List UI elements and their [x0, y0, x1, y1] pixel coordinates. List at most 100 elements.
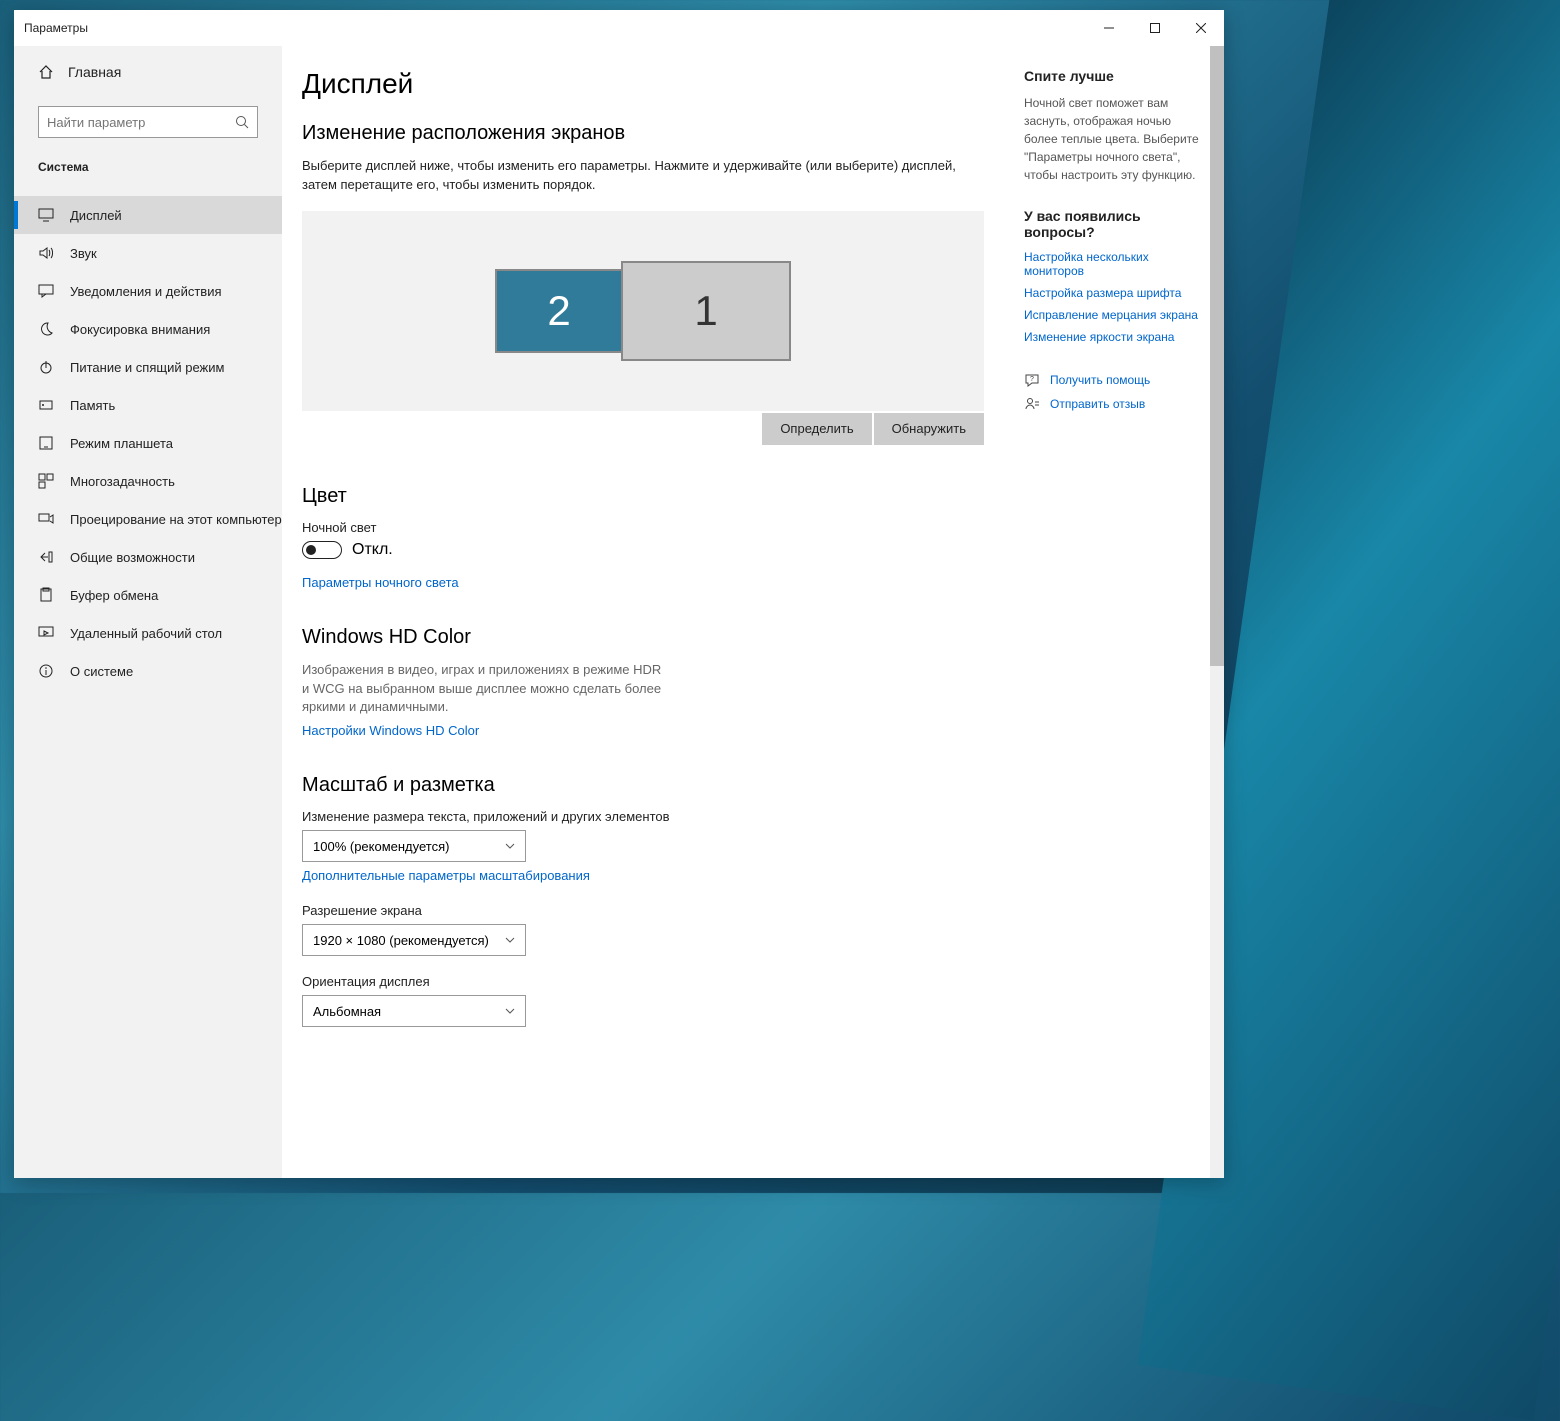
nav-label: Общие возможности [70, 550, 195, 565]
nav-display[interactable]: Дисплей [14, 196, 282, 234]
share-icon [38, 549, 54, 565]
orientation-label: Ориентация дисплея [302, 974, 984, 989]
get-help-link[interactable]: ? Получить помощь [1024, 372, 1204, 388]
resolution-value: 1920 × 1080 (рекомендуется) [313, 933, 489, 948]
section-hdcolor: Windows HD Color [302, 626, 984, 649]
help-link[interactable]: Настройка размера шрифта [1024, 286, 1204, 300]
search-icon [235, 115, 249, 129]
nav-label: Уведомления и действия [70, 284, 222, 299]
clipboard-icon [38, 587, 54, 603]
night-light-label: Ночной свет [302, 520, 984, 535]
nav-label: Дисплей [70, 208, 122, 223]
nav-label: Буфер обмена [70, 588, 158, 603]
nav-label: О системе [70, 664, 133, 679]
section-arrange: Изменение расположения экранов [302, 122, 984, 145]
night-light-toggle[interactable] [302, 541, 342, 559]
nav-label: Проецирование на этот компьютер [70, 512, 282, 527]
monitor-icon [38, 207, 54, 223]
identify-button[interactable]: Определить [762, 413, 871, 445]
nav-sound[interactable]: Звук [14, 234, 282, 272]
window-title: Параметры [24, 21, 88, 35]
feedback-icon [1024, 396, 1040, 412]
chevron-down-icon [505, 933, 515, 948]
hdcolor-desc: Изображения в видео, играх и приложениях… [302, 661, 662, 718]
home-label: Главная [68, 64, 121, 80]
tablet-icon [38, 435, 54, 451]
search-box[interactable] [38, 106, 258, 138]
nav-power[interactable]: Питание и спящий режим [14, 348, 282, 386]
moon-icon [38, 321, 54, 337]
minimize-button[interactable] [1086, 10, 1132, 46]
feedback-link[interactable]: Отправить отзыв [1024, 396, 1204, 412]
nav-remote[interactable]: Удаленный рабочий стол [14, 614, 282, 652]
sound-icon [38, 245, 54, 261]
questions-heading: У вас появились вопросы? [1024, 208, 1204, 240]
toggle-state: Откл. [352, 541, 393, 559]
help-icon: ? [1024, 372, 1040, 388]
section-color: Цвет [302, 485, 984, 508]
nav-label: Режим планшета [70, 436, 173, 451]
maximize-button[interactable] [1132, 10, 1178, 46]
chat-icon [38, 283, 54, 299]
svg-text:?: ? [1030, 376, 1034, 383]
group-label: Система [14, 146, 282, 184]
info-icon [38, 663, 54, 679]
nav-storage[interactable]: Память [14, 386, 282, 424]
orientation-value: Альбомная [313, 1004, 381, 1019]
nav-label: Звук [70, 246, 97, 261]
scale-select[interactable]: 100% (рекомендуется) [302, 830, 526, 862]
window-controls [1086, 10, 1224, 46]
monitor-arena[interactable]: 2 1 [302, 211, 984, 411]
help-link[interactable]: Настройка нескольких мониторов [1024, 250, 1204, 278]
nav-tablet[interactable]: Режим планшета [14, 424, 282, 462]
chevron-down-icon [505, 1004, 515, 1019]
nav-notifications[interactable]: Уведомления и действия [14, 272, 282, 310]
night-light-settings-link[interactable]: Параметры ночного света [302, 575, 459, 590]
section-scale: Масштаб и разметка [302, 774, 984, 797]
help-link[interactable]: Исправление мерцания экрана [1024, 308, 1204, 322]
project-icon [38, 511, 54, 527]
page-title: Дисплей [302, 68, 984, 100]
aside: Спите лучше Ночной свет поможет вам засн… [1004, 46, 1224, 1178]
hdcolor-link[interactable]: Настройки Windows HD Color [302, 723, 479, 738]
advanced-scaling-link[interactable]: Дополнительные параметры масштабирования [302, 868, 590, 883]
nav-label: Удаленный рабочий стол [70, 626, 222, 641]
sleep-heading: Спите лучше [1024, 68, 1204, 84]
chevron-down-icon [505, 839, 515, 854]
nav-label: Многозадачность [70, 474, 175, 489]
home-link[interactable]: Главная [14, 52, 282, 92]
search-input[interactable] [47, 115, 249, 130]
home-icon [38, 64, 54, 80]
resolution-label: Разрешение экрана [302, 903, 984, 918]
help-link[interactable]: Изменение яркости экрана [1024, 330, 1204, 344]
nav-clipboard[interactable]: Буфер обмена [14, 576, 282, 614]
scale-value: 100% (рекомендуется) [313, 839, 449, 854]
settings-window: Параметры Главная Система Ди [14, 10, 1224, 1178]
sleep-text: Ночной свет поможет вам заснуть, отображ… [1024, 94, 1204, 184]
titlebar: Параметры [14, 10, 1224, 46]
content: Дисплей Изменение расположения экранов В… [282, 46, 1004, 1178]
nav-label: Фокусировка внимания [70, 322, 210, 337]
scale-label: Изменение размера текста, приложений и д… [302, 809, 984, 824]
nav-list: Дисплей Звук Уведомления и действия Фоку… [14, 196, 282, 690]
resolution-select[interactable]: 1920 × 1080 (рекомендуется) [302, 924, 526, 956]
nav-about[interactable]: О системе [14, 652, 282, 690]
nav-shared[interactable]: Общие возможности [14, 538, 282, 576]
nav-multitask[interactable]: Многозадачность [14, 462, 282, 500]
detect-button[interactable]: Обнаружить [874, 413, 984, 445]
nav-project[interactable]: Проецирование на этот компьютер [14, 500, 282, 538]
orientation-select[interactable]: Альбомная [302, 995, 526, 1027]
power-icon [38, 359, 54, 375]
close-button[interactable] [1178, 10, 1224, 46]
nav-focus[interactable]: Фокусировка внимания [14, 310, 282, 348]
nav-label: Память [70, 398, 115, 413]
multitask-icon [38, 473, 54, 489]
sidebar: Главная Система Дисплей Звук [14, 46, 282, 1178]
arrange-desc: Выберите дисплей ниже, чтобы изменить ег… [302, 157, 984, 195]
nav-label: Питание и спящий режим [70, 360, 224, 375]
remote-icon [38, 625, 54, 641]
scrollbar-thumb[interactable] [1210, 46, 1224, 666]
monitor-2[interactable]: 2 [495, 269, 623, 353]
monitor-1[interactable]: 1 [621, 261, 791, 361]
storage-icon [38, 397, 54, 413]
